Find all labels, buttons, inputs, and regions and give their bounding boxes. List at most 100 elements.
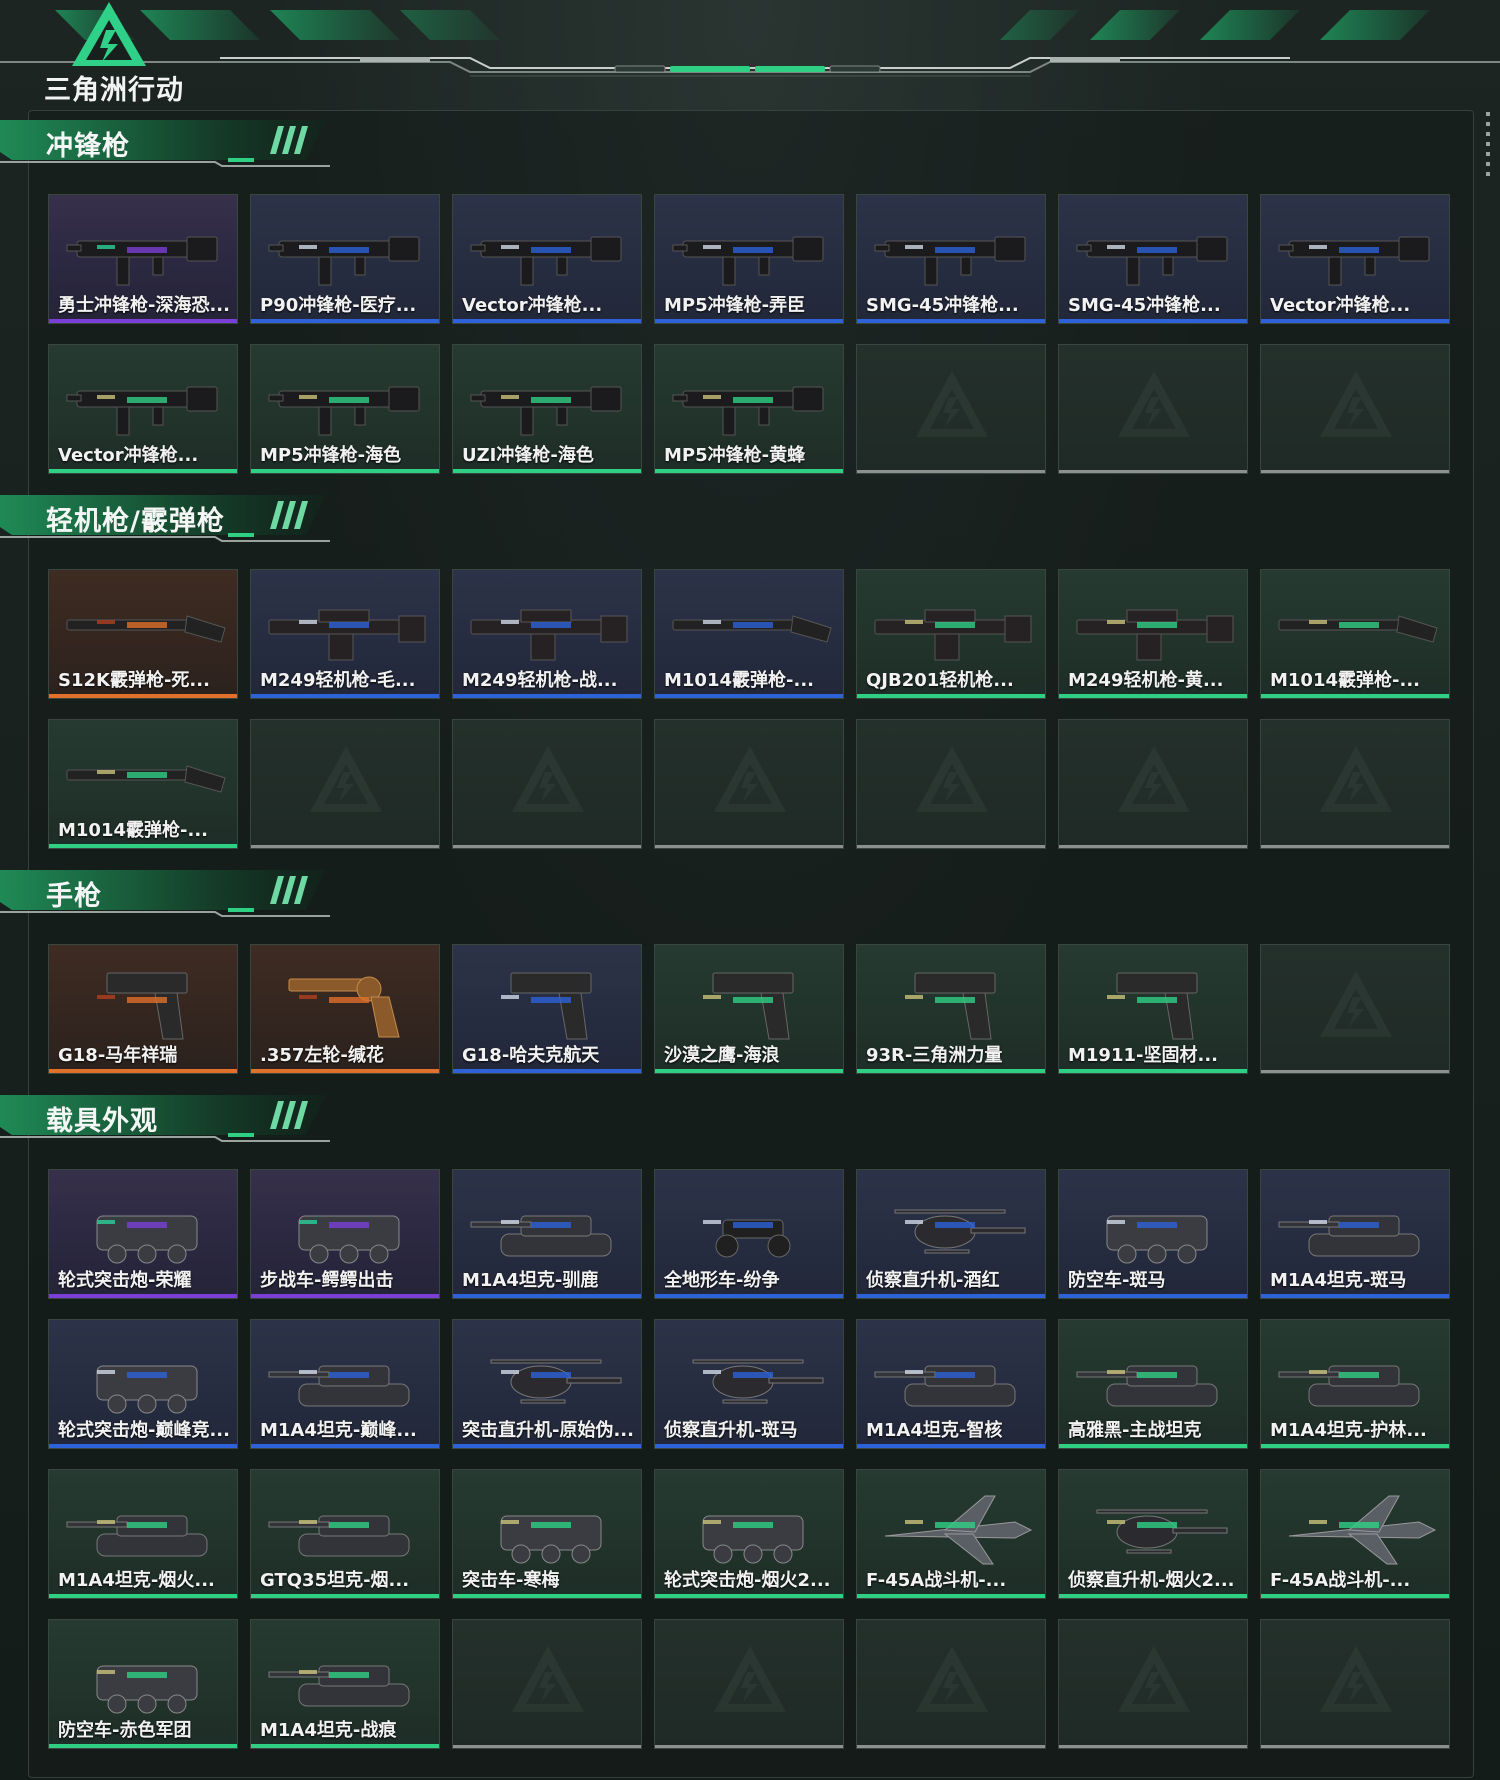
- shotgun-icon: [66, 765, 226, 793]
- item-card[interactable]: M1A4坦克-护林...: [1260, 1319, 1450, 1449]
- rarity-bar: [1059, 1294, 1247, 1298]
- rarity-bar: [1261, 845, 1449, 848]
- helicopter-icon: [894, 1209, 1026, 1254]
- empty-slot[interactable]: [1260, 944, 1450, 1074]
- helicopter-icon: [1096, 1509, 1228, 1554]
- item-card[interactable]: 93R-三角洲力量: [856, 944, 1046, 1074]
- item-card[interactable]: Vector冲锋枪...: [1260, 194, 1450, 324]
- empty-slot[interactable]: [654, 1619, 844, 1749]
- item-card[interactable]: SMG-45冲锋枪...: [856, 194, 1046, 324]
- item-card[interactable]: F-45A战斗机-...: [856, 1469, 1046, 1599]
- item-card[interactable]: S12K霰弹枪-死...: [48, 569, 238, 699]
- smg-icon: [66, 236, 218, 286]
- rarity-bar: [1261, 1745, 1449, 1748]
- rarity-bar: [251, 319, 439, 323]
- item-card[interactable]: .357左轮-缄花: [250, 944, 440, 1074]
- rarity-bar: [453, 1069, 641, 1073]
- rarity-bar: [49, 844, 237, 848]
- empty-slot[interactable]: [856, 719, 1046, 849]
- tank-icon: [470, 1215, 612, 1257]
- smg-icon: [874, 236, 1026, 286]
- item-card[interactable]: 侦察直升机-酒红: [856, 1169, 1046, 1299]
- empty-slot[interactable]: [1260, 719, 1450, 849]
- empty-slot[interactable]: [452, 719, 642, 849]
- item-card[interactable]: SMG-45冲锋枪...: [1058, 194, 1248, 324]
- logo-text: 三角洲行动: [44, 75, 184, 106]
- item-card[interactable]: MP5冲锋枪-黄蜂: [654, 344, 844, 474]
- item-card[interactable]: 突击车-寒梅: [452, 1469, 642, 1599]
- item-card[interactable]: 轮式突击炮-烟火2...: [654, 1469, 844, 1599]
- empty-slot[interactable]: [856, 1619, 1046, 1749]
- scroll-indicator[interactable]: [1486, 112, 1490, 182]
- item-card[interactable]: M249轻机枪-毛...: [250, 569, 440, 699]
- empty-slot[interactable]: [654, 719, 844, 849]
- item-card[interactable]: 高雅黑-主战坦克: [1058, 1319, 1248, 1449]
- tank-icon: [874, 1365, 1016, 1407]
- item-card[interactable]: 侦察直升机-斑马: [654, 1319, 844, 1449]
- item-card[interactable]: Vector冲锋枪...: [48, 344, 238, 474]
- rarity-bar: [1059, 1594, 1247, 1598]
- rarity-bar: [1059, 470, 1247, 473]
- item-card[interactable]: 突击直升机-原始伪...: [452, 1319, 642, 1449]
- empty-slot[interactable]: [250, 719, 440, 849]
- item-card[interactable]: QJB201轻机枪...: [856, 569, 1046, 699]
- item-card[interactable]: M249轻机枪-战...: [452, 569, 642, 699]
- item-card[interactable]: MP5冲锋枪-海色: [250, 344, 440, 474]
- item-card[interactable]: M1014霰弹枪-...: [48, 719, 238, 849]
- item-card[interactable]: M1014霰弹枪-...: [654, 569, 844, 699]
- empty-slot[interactable]: [1260, 344, 1450, 474]
- item-card[interactable]: P90冲锋枪-医疗...: [250, 194, 440, 324]
- pistol-icon: [703, 972, 794, 1040]
- item-card[interactable]: M1A4坦克-智核: [856, 1319, 1046, 1449]
- armored-car-icon: [1106, 1215, 1208, 1264]
- empty-slot[interactable]: [1260, 1619, 1450, 1749]
- item-label: SMG-45冲锋枪...: [1068, 295, 1221, 316]
- item-card[interactable]: 步战车-鳄鳄出击: [250, 1169, 440, 1299]
- item-card[interactable]: M1014霰弹枪-...: [1260, 569, 1450, 699]
- rarity-bar: [1059, 845, 1247, 848]
- rarity-bar: [251, 694, 439, 698]
- rarity-bar: [1059, 319, 1247, 323]
- smg-icon: [1278, 236, 1430, 286]
- item-card[interactable]: M1A4坦克-斑马: [1260, 1169, 1450, 1299]
- item-card[interactable]: 侦察直升机-烟火2...: [1058, 1469, 1248, 1599]
- empty-slot[interactable]: [1058, 344, 1248, 474]
- item-card[interactable]: 轮式突击炮-荣耀: [48, 1169, 238, 1299]
- empty-slot[interactable]: [856, 344, 1046, 474]
- item-card[interactable]: 轮式突击炮-巅峰竞...: [48, 1319, 238, 1449]
- placeholder-logo-icon: [714, 746, 786, 812]
- item-card[interactable]: M1A4坦克-烟火...: [48, 1469, 238, 1599]
- empty-slot[interactable]: [1058, 719, 1248, 849]
- item-card[interactable]: MP5冲锋枪-弄臣: [654, 194, 844, 324]
- armored-car-icon: [96, 1665, 198, 1714]
- item-card[interactable]: 防空车-赤色军团: [48, 1619, 238, 1749]
- item-card[interactable]: M1911-坚固材...: [1058, 944, 1248, 1074]
- item-card[interactable]: 全地形车-纷争: [654, 1169, 844, 1299]
- item-card[interactable]: M1A4坦克-战痕: [250, 1619, 440, 1749]
- item-card[interactable]: G18-哈夫克航天: [452, 944, 642, 1074]
- item-card[interactable]: Vector冲锋枪...: [452, 194, 642, 324]
- armored-car-icon: [298, 1215, 400, 1264]
- rarity-bar: [857, 1294, 1045, 1298]
- item-row: 防空车-赤色军团 M1A4坦克-战痕: [48, 1619, 1450, 1749]
- item-card[interactable]: GTQ35坦克-烟...: [250, 1469, 440, 1599]
- empty-slot[interactable]: [1058, 1619, 1248, 1749]
- item-card[interactable]: M249轻机枪-黄...: [1058, 569, 1248, 699]
- rarity-bar: [857, 1745, 1045, 1748]
- item-card[interactable]: 沙漠之鹰-海浪: [654, 944, 844, 1074]
- rarity-bar: [49, 469, 237, 473]
- placeholder-logo-icon: [916, 746, 988, 812]
- item-label: F-45A战斗机-...: [866, 1570, 1007, 1591]
- item-card[interactable]: M1A4坦克-巅峰...: [250, 1319, 440, 1449]
- rarity-bar: [655, 1745, 843, 1748]
- item-card[interactable]: UZI冲锋枪-海色: [452, 344, 642, 474]
- item-card[interactable]: F-45A战斗机-...: [1260, 1469, 1450, 1599]
- tank-icon: [1076, 1365, 1218, 1407]
- item-card[interactable]: M1A4坦克-驯鹿: [452, 1169, 642, 1299]
- empty-slot[interactable]: [452, 1619, 642, 1749]
- item-card[interactable]: G18-马年祥瑞: [48, 944, 238, 1074]
- item-label: M1A4坦克-斑马: [1270, 1270, 1407, 1291]
- item-card[interactable]: 防空车-斑马: [1058, 1169, 1248, 1299]
- item-card[interactable]: 勇士冲锋枪-深海恐...: [48, 194, 238, 324]
- item-row: Vector冲锋枪... MP5冲锋枪-海色 UZI冲锋枪-海色 MP5冲锋枪-黄蜂: [48, 344, 1450, 474]
